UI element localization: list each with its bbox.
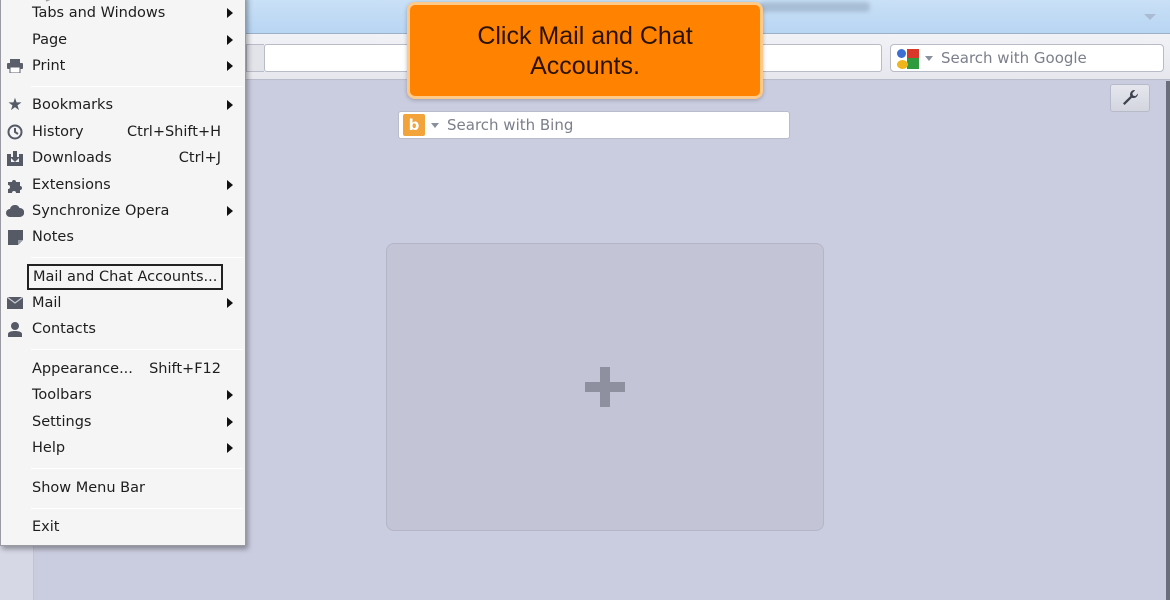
submenu-arrow-icon (227, 206, 233, 216)
menu-item-shortcut: Ctrl+J (178, 150, 221, 166)
submenu-arrow-icon (227, 8, 233, 18)
menu-item-label: Downloads (32, 150, 112, 166)
submenu-arrow-icon (227, 35, 233, 45)
menu-separator (31, 257, 243, 258)
menu-separator (31, 349, 243, 350)
download-icon (6, 149, 24, 167)
tutorial-callout: Click Mail and Chat Accounts. (407, 2, 763, 99)
menu-item-shortcut: Ctrl+Shift+H (127, 124, 221, 140)
cloud-icon (6, 202, 24, 220)
menu-item-label: Tabs and Windows (32, 5, 166, 21)
menu-item-label: Print (32, 58, 66, 74)
google-icon[interactable] (897, 47, 919, 69)
menu-item-label: Page (32, 32, 68, 48)
menu-item-label: Exit (32, 519, 60, 535)
menu-item-label: Mail and Chat Accounts... (27, 264, 224, 290)
customize-button[interactable] (1110, 84, 1150, 112)
opera-main-menu: Tabs and Windows Page Print ★ Bookmarks … (0, 0, 246, 546)
menu-item-mail[interactable]: Mail (1, 290, 245, 316)
menu-item-mail-and-chat-accounts[interactable]: Mail and Chat Accounts... (1, 264, 245, 290)
submenu-arrow-icon (227, 180, 233, 190)
menu-item-print[interactable]: Print (1, 53, 245, 79)
menu-separator (31, 86, 243, 87)
envelope-icon (6, 294, 24, 312)
printer-icon (6, 57, 24, 75)
menu-item-toolbars[interactable]: Toolbars (1, 382, 245, 408)
menu-item-label: Help (32, 440, 66, 456)
menu-item-label: Settings (32, 414, 92, 430)
menu-item-appearance[interactable]: Appearance... Shift+F12 (1, 356, 245, 382)
clock-icon (6, 123, 24, 141)
menu-item-help[interactable]: Help (1, 435, 245, 461)
menu-separator (31, 468, 243, 469)
menu-item-extensions[interactable]: Extensions (1, 172, 245, 198)
speed-dial-add-tile[interactable] (386, 243, 824, 531)
menu-item-exit[interactable]: Exit (1, 514, 245, 540)
person-icon (6, 320, 24, 338)
menu-separator (31, 508, 243, 509)
menu-item-label: Synchronize Opera (32, 203, 170, 219)
submenu-arrow-icon (227, 417, 233, 427)
window-edge (1166, 81, 1170, 600)
search-engine-dropdown-icon[interactable] (431, 122, 439, 128)
submenu-arrow-icon (227, 390, 233, 400)
menu-item-bookmarks[interactable]: ★ Bookmarks (1, 92, 245, 118)
menu-item-settings[interactable]: Settings (1, 409, 245, 435)
submenu-arrow-icon (227, 61, 233, 71)
google-search-field[interactable]: Search with Google (890, 44, 1164, 72)
address-bar-button[interactable] (246, 44, 264, 72)
menu-item-synchronize-opera[interactable]: Synchronize Opera (1, 198, 245, 224)
menu-item-contacts[interactable]: Contacts (1, 316, 245, 342)
menu-item-shortcut: Shift+F12 (149, 361, 221, 377)
menu-item-page[interactable]: Page (1, 27, 245, 53)
puzzle-icon (6, 176, 24, 194)
menu-item-label: Mail (32, 295, 62, 311)
menu-item-label: Appearance... (32, 361, 133, 377)
bing-search-placeholder: Search with Bing (447, 116, 574, 134)
menu-item-label: Bookmarks (32, 97, 114, 113)
menu-item-notes[interactable]: Notes (1, 224, 245, 250)
menu-item-history[interactable]: History Ctrl+Shift+H (1, 119, 245, 145)
menu-item-label: History (32, 124, 84, 140)
google-search-placeholder: Search with Google (941, 49, 1087, 67)
submenu-arrow-icon (227, 298, 233, 308)
menu-item-tabs-and-windows[interactable]: Tabs and Windows (1, 0, 245, 26)
menu-item-label: Notes (32, 229, 74, 245)
menu-item-label: Show Menu Bar (32, 480, 145, 496)
tab-list-chevron-icon[interactable] (1144, 14, 1156, 20)
wrench-icon (1123, 90, 1138, 105)
menu-item-downloads[interactable]: Downloads Ctrl+J (1, 145, 245, 171)
menu-item-label: Toolbars (32, 387, 92, 403)
menu-item-label: Contacts (32, 321, 96, 337)
submenu-arrow-icon (227, 443, 233, 453)
bing-search-field[interactable]: b Search with Bing (398, 111, 790, 139)
star-icon: ★ (7, 95, 23, 115)
note-icon (6, 228, 24, 246)
plus-icon (585, 367, 625, 407)
submenu-arrow-icon (227, 100, 233, 110)
menu-item-label: Extensions (32, 177, 111, 193)
window-title-blurred (760, 2, 870, 12)
menu-item-show-menu-bar[interactable]: Show Menu Bar (1, 475, 245, 501)
search-engine-dropdown-icon[interactable] (925, 55, 933, 61)
bing-icon[interactable]: b (403, 114, 425, 136)
